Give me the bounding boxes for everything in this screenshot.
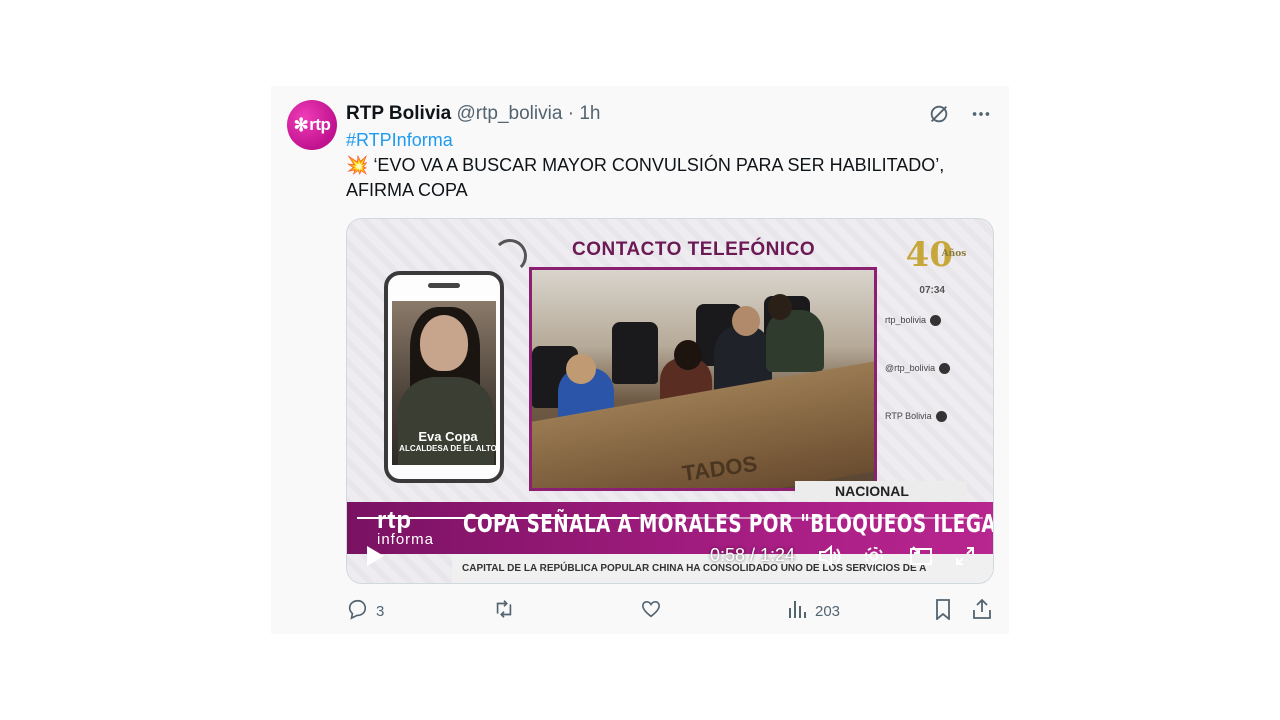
more-options-icon[interactable] [969, 102, 993, 126]
avatar[interactable]: ✻ rtp [287, 100, 337, 150]
tweet-text: #RTPInforma 💥 ‘EVO VA A BUSCAR MAYOR CON… [346, 128, 986, 203]
person-head [768, 294, 792, 320]
picture-in-picture-icon[interactable] [909, 545, 933, 567]
social-twitter: @rtp_bolivia [885, 363, 951, 375]
news-headline: COPA SEÑALA A MORALES POR "BLOQUEOS ILEG… [463, 509, 994, 538]
reply-icon [346, 598, 368, 624]
grok-icon[interactable] [927, 102, 951, 126]
heart-icon [640, 598, 662, 624]
signal-icon [493, 239, 527, 273]
phone-caption: Eva Copa ALCALDESA DE EL ALTO [396, 429, 496, 453]
fullscreen-icon[interactable] [954, 545, 978, 567]
anniversary-logo: 40 Años [906, 235, 967, 275]
tweet-time[interactable]: 1h [579, 103, 600, 124]
person-head [674, 340, 702, 370]
tweet-header: RTP Bolivia @rtp_bolivia · 1h [346, 103, 600, 125]
contact-title: CONTACTO TELEFÓNICO [572, 239, 816, 260]
assembly-video-frame: TADOS [529, 267, 877, 491]
tweet-card[interactable]: ✻ rtp RTP Bolivia @rtp_bolivia · 1h #RTP… [271, 86, 1009, 634]
interviewee-title: ALCALDESA DE EL ALTO [399, 444, 496, 453]
phone-graphic: Eva Copa ALCALDESA DE EL ALTO [384, 271, 504, 483]
instagram-icon [930, 315, 942, 327]
views-count: 203 [815, 602, 841, 620]
rtp-informa-logo: rtp informa [377, 507, 434, 548]
hashtag-link[interactable]: #RTPInforma [346, 128, 986, 153]
social-facebook: RTP Bolivia [885, 411, 947, 423]
logo-anos: Años [941, 249, 967, 259]
share-icon [971, 598, 993, 624]
broadcast-clock: 07:34 [919, 285, 945, 296]
brand-text: rtp [377, 507, 412, 534]
phone-screen: Eva Copa ALCALDESA DE EL ALTO [392, 301, 496, 465]
facebook-icon [935, 411, 947, 423]
retweet-button[interactable] [492, 598, 524, 624]
phone-notch [428, 283, 460, 288]
person-head [732, 306, 760, 336]
person-head [566, 354, 596, 384]
chair [612, 322, 658, 384]
tweet-body: ‘EVO VA A BUSCAR MAYOR CONVULSIÓN PARA S… [346, 155, 945, 200]
settings-gear-icon[interactable] [863, 545, 887, 567]
author-handle[interactable]: @rtp_bolivia [457, 103, 563, 124]
volume-icon[interactable] [818, 544, 842, 568]
rtp-logo-icon: ✻ [293, 114, 309, 135]
author-name[interactable]: RTP Bolivia [346, 103, 451, 124]
person [766, 310, 824, 372]
play-icon[interactable] [365, 545, 385, 567]
share-button[interactable] [971, 598, 993, 624]
interviewee-name: Eva Copa [418, 429, 478, 444]
video-player[interactable]: Eva Copa ALCALDESA DE EL ALTO CONTACTO T… [346, 218, 994, 584]
bookmark-icon [933, 598, 953, 624]
section-label: NACIONAL [795, 481, 967, 501]
views-chart-icon [787, 598, 807, 624]
person-face [420, 315, 468, 371]
bookmark-button[interactable] [933, 598, 953, 624]
collision-emoji-icon: 💥 [346, 155, 369, 175]
separator: · [567, 103, 575, 124]
reply-count: 3 [376, 602, 385, 620]
twitter-icon [939, 363, 951, 375]
like-button[interactable] [640, 598, 670, 624]
social-instagram: rtp_bolivia [885, 315, 942, 327]
avatar-text: rtp [309, 115, 331, 134]
reply-button[interactable]: 3 [346, 598, 384, 624]
views-button[interactable]: 203 [787, 598, 840, 624]
progress-fill [357, 517, 639, 519]
retweet-icon [492, 598, 516, 624]
tweet-actions: 3 203 [346, 598, 996, 628]
video-time: 0:58 / 1:24 [710, 545, 796, 565]
header-actions [927, 102, 993, 126]
video-progress-bar[interactable] [357, 517, 983, 519]
brand-sub: informa [377, 531, 435, 548]
